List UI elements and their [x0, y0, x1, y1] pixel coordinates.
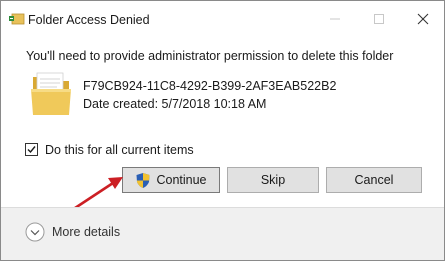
apply-to-all-checkbox[interactable] [25, 143, 38, 156]
continue-label: Continue [156, 173, 207, 187]
chevron-down-icon [25, 222, 45, 242]
permission-message: You'll need to provide administrator per… [26, 49, 394, 63]
folder-app-icon [9, 13, 25, 25]
uac-shield-icon [136, 172, 150, 188]
dialog-window: Folder Access Denied You'll need to prov… [0, 0, 445, 261]
apply-to-all-label: Do this for all current items [45, 143, 194, 157]
cancel-button[interactable]: Cancel [326, 167, 422, 193]
window-title: Folder Access Denied [28, 13, 150, 27]
skip-button[interactable]: Skip [227, 167, 319, 193]
more-details-label: More details [52, 225, 121, 239]
folder-date-created: Date created: 5/7/2018 10:18 AM [83, 97, 267, 111]
minimize-icon[interactable] [327, 11, 343, 27]
footer: More details [1, 208, 444, 260]
continue-button[interactable]: Continue [122, 167, 220, 193]
title-bar[interactable]: Folder Access Denied [1, 1, 444, 35]
checkmark-icon [27, 146, 36, 154]
folder-icon [31, 72, 71, 115]
skip-label: Skip [260, 173, 286, 187]
folder-name: F79CB924-11C8-4292-B399-2AF3EAB522B2 [83, 79, 337, 93]
cancel-label: Cancel [354, 173, 394, 187]
close-icon[interactable] [415, 11, 431, 27]
maximize-icon[interactable] [371, 11, 387, 27]
